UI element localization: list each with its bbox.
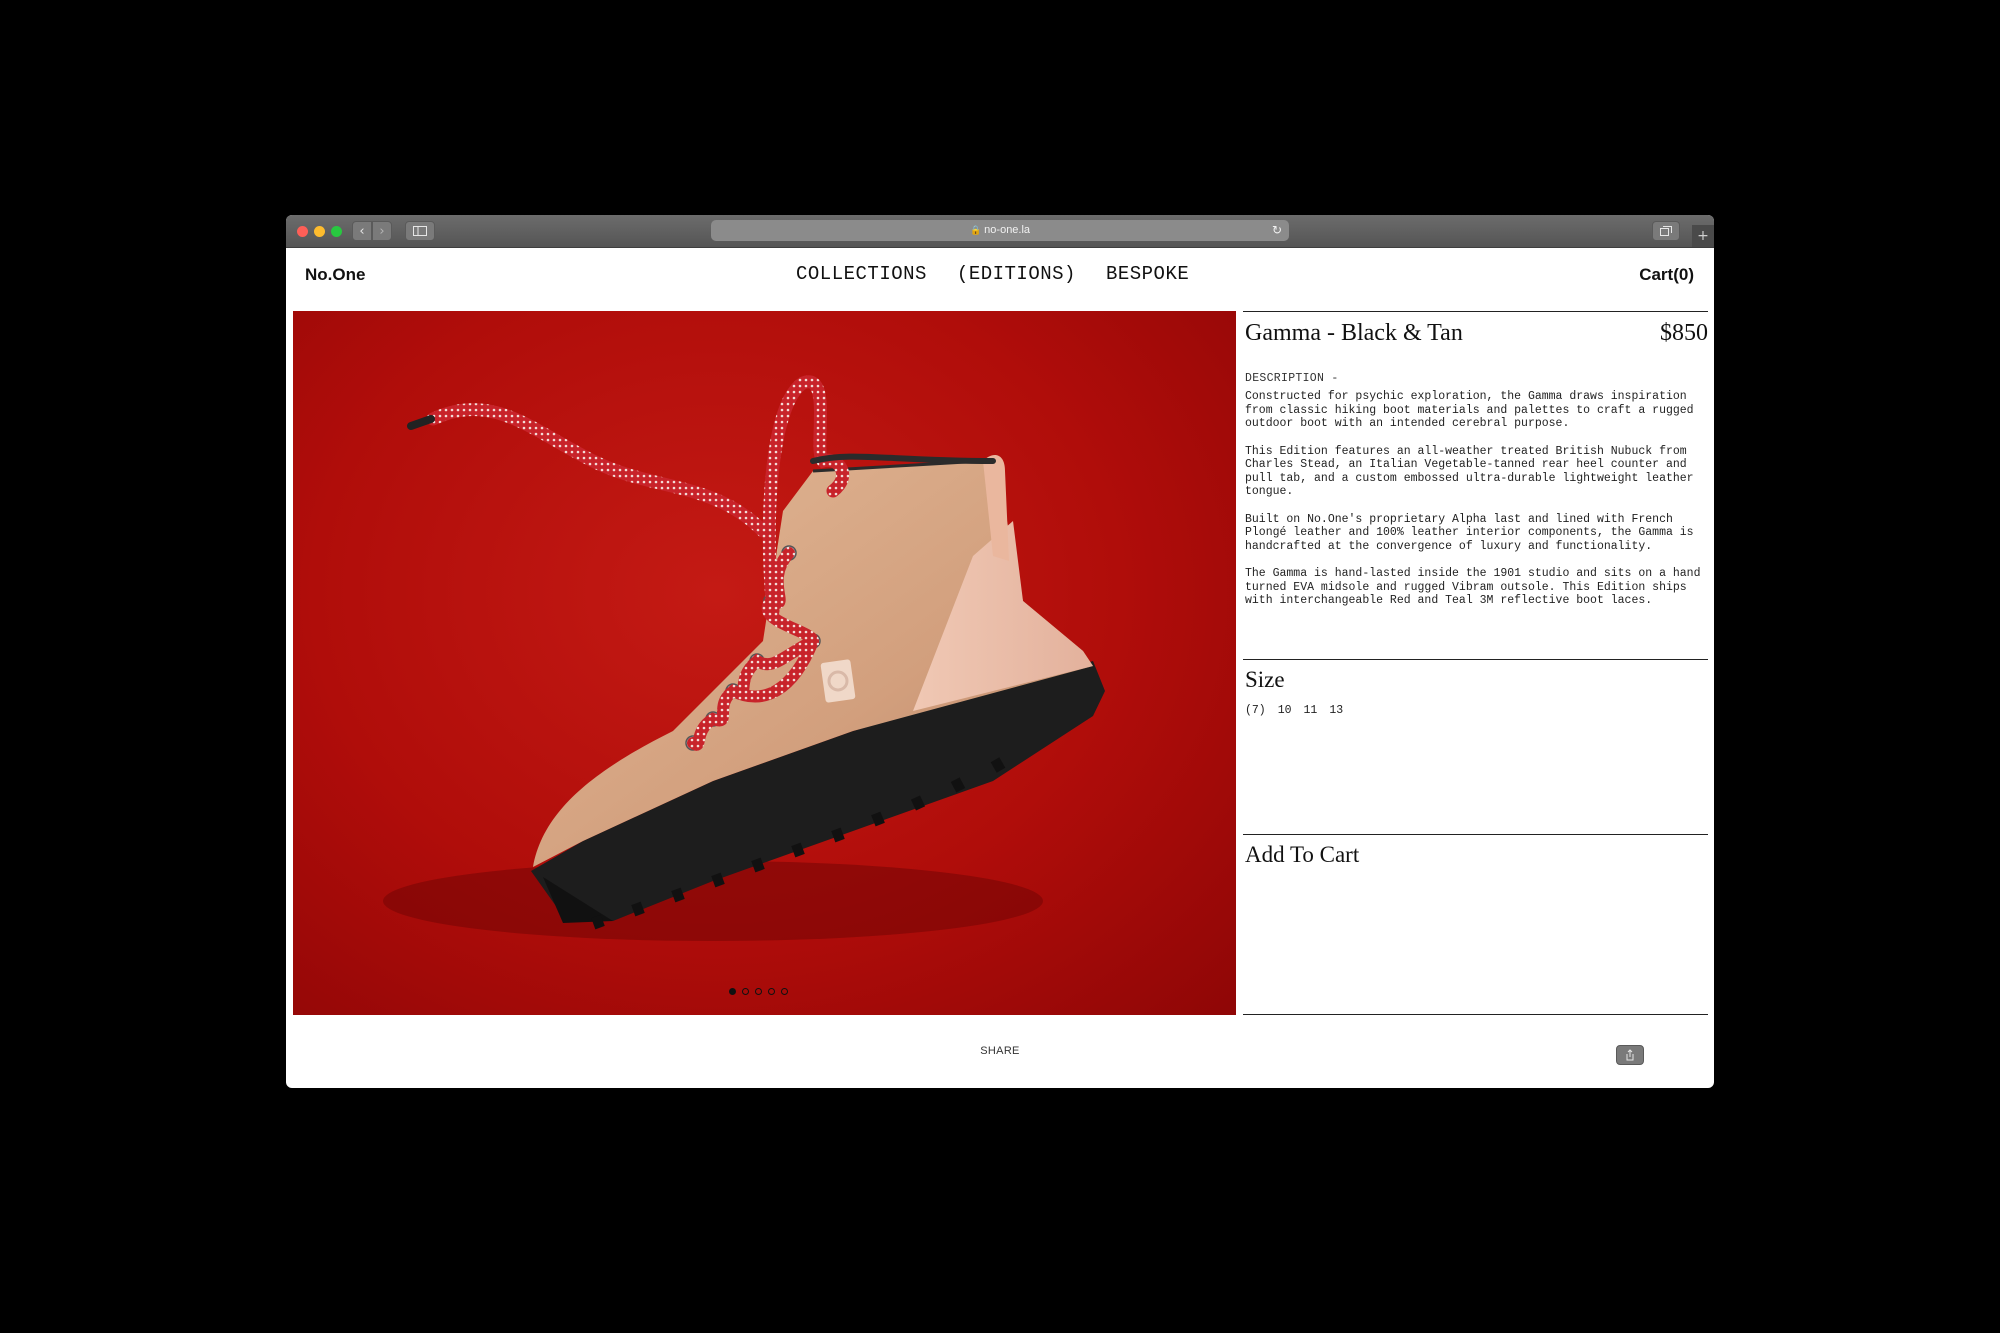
description-paragraph: This Edition features an all-weather tre… <box>1245 444 1694 499</box>
sidebar-toggle-button[interactable] <box>405 221 435 241</box>
product-description: Constructed for psychic exploration, the… <box>1245 390 1705 622</box>
size-selector: (7) 10 11 13 <box>1245 704 1343 717</box>
carousel-dot[interactable] <box>755 988 762 995</box>
site-header: No.One COLLECTIONS (EDITIONS) BESPOKE Ca… <box>286 247 1714 307</box>
browser-toolbar: ‹ › 🔒 no-one.la ↻ + <box>286 215 1714 1065</box>
divider <box>1243 1014 1708 1015</box>
minimize-window-button[interactable] <box>314 226 325 237</box>
product-title-row: Gamma - Black & Tan $850 <box>1243 312 1708 376</box>
description-label: DESCRIPTION - <box>1245 372 1339 385</box>
carousel-dot[interactable] <box>742 988 749 995</box>
close-window-button[interactable] <box>297 226 308 237</box>
divider <box>1243 834 1708 835</box>
product-price: $850 <box>1660 320 1708 346</box>
tab-overview-button[interactable] <box>1652 221 1680 241</box>
cart-link[interactable]: Cart(0) <box>1639 265 1694 285</box>
address-bar[interactable]: 🔒 no-one.la ↻ <box>711 220 1289 241</box>
tabs-icon <box>1660 226 1672 236</box>
zoom-window-button[interactable] <box>331 226 342 237</box>
carousel-dots <box>729 988 788 995</box>
plus-icon: + <box>1697 228 1709 244</box>
chevron-left-icon: ‹ <box>359 224 365 239</box>
site-logo[interactable]: No.One <box>305 265 365 285</box>
product-image <box>293 311 1236 1015</box>
lock-icon: 🔒 <box>969 225 982 235</box>
description-paragraph: Constructed for psychic exploration, the… <box>1245 390 1694 430</box>
carousel-dot[interactable] <box>729 988 736 995</box>
divider <box>1243 659 1708 660</box>
main-nav: COLLECTIONS (EDITIONS) BESPOKE <box>796 263 1189 285</box>
add-to-cart-button[interactable]: Add To Cart <box>1245 842 1359 868</box>
forward-button[interactable]: › <box>372 221 392 241</box>
new-tab-button[interactable]: + <box>1692 225 1714 247</box>
product-title: Gamma - Black & Tan <box>1245 320 1463 346</box>
product-panel: Gamma - Black & Tan $850 DESCRIPTION - C… <box>1243 311 1708 1015</box>
size-option[interactable]: 13 <box>1329 704 1343 717</box>
size-option[interactable]: (7) <box>1245 704 1266 717</box>
size-option[interactable]: 11 <box>1304 704 1318 717</box>
url-text: no-one.la <box>984 224 1031 236</box>
nav-editions[interactable]: (EDITIONS) <box>957 263 1076 285</box>
size-heading: Size <box>1245 667 1285 692</box>
nav-collections[interactable]: COLLECTIONS <box>796 263 927 285</box>
browser-window: ‹ › 🔒 no-one.la ↻ + No.One COLLECTIONS (… <box>286 215 1714 1088</box>
share-link[interactable]: SHARE <box>980 1045 1019 1057</box>
carousel-dot[interactable] <box>781 988 788 995</box>
nav-bespoke[interactable]: BESPOKE <box>1106 263 1189 285</box>
size-option[interactable]: 10 <box>1278 704 1292 717</box>
reload-icon[interactable]: ↻ <box>1272 220 1282 241</box>
chevron-right-icon: › <box>379 224 385 239</box>
boot-photo <box>383 375 1105 941</box>
description-paragraph: Built on No.One's proprietary Alpha last… <box>1245 512 1694 553</box>
back-button[interactable]: ‹ <box>352 221 372 241</box>
description-paragraph: The Gamma is hand-lasted inside the 1901… <box>1245 567 1701 607</box>
carousel-dot[interactable] <box>768 988 775 995</box>
sidebar-icon <box>413 226 427 236</box>
